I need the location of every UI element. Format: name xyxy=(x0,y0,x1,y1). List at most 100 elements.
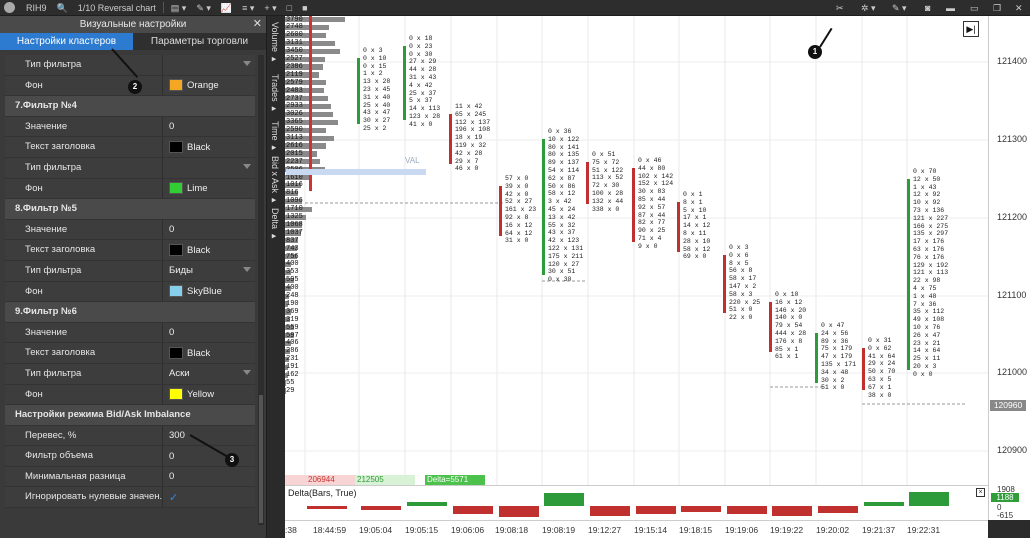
setting-value[interactable]: 0 xyxy=(169,327,174,338)
setting-value[interactable]: 300 xyxy=(169,430,185,441)
align-menu-button[interactable]: ≡ ▾ xyxy=(237,0,259,16)
settings-row[interactable]: Тип фильтра Аски xyxy=(5,363,255,385)
fill-button[interactable]: ■ xyxy=(297,0,312,16)
setting-value[interactable]: 0 xyxy=(169,224,174,235)
settings-row[interactable]: Значение 0 xyxy=(5,322,255,344)
setting-value[interactable]: Аски xyxy=(169,368,190,379)
maximize-icon[interactable]: ❐ xyxy=(993,0,1001,16)
add-button[interactable]: + ▾ xyxy=(259,0,281,16)
color-swatch[interactable] xyxy=(169,347,183,360)
crosshair-icon[interactable]: ✲ ▾ xyxy=(861,0,876,16)
setting-value-cell[interactable]: 0 xyxy=(163,323,255,343)
setting-value-cell[interactable]: ✓ xyxy=(163,487,255,507)
settings-row[interactable]: Тип фильтра xyxy=(5,157,255,179)
settings-row[interactable]: Значение 0 xyxy=(5,116,255,138)
setting-value[interactable]: Биды xyxy=(169,265,193,276)
window-button[interactable]: □ xyxy=(282,0,297,16)
setting-value-cell[interactable]: 0 xyxy=(163,446,255,466)
setting-value-cell[interactable]: 0 xyxy=(163,220,255,240)
color-swatch[interactable] xyxy=(169,244,183,257)
chevron-down-icon[interactable] xyxy=(243,163,251,169)
settings-row[interactable]: Тип фильтра xyxy=(5,55,255,76)
settings-row[interactable]: Перевес, % 300 xyxy=(5,425,255,447)
settings-section-header[interactable]: 8.Фильтр №5 xyxy=(5,199,255,220)
chevron-down-icon[interactable] xyxy=(243,61,251,66)
setting-value-cell[interactable]: Black xyxy=(163,137,255,157)
settings-section-header[interactable]: 7.Фильтр №4 xyxy=(5,96,255,117)
chart-type-selector[interactable]: 1/10 Reversal chart xyxy=(73,0,161,16)
color-swatch[interactable] xyxy=(169,182,183,195)
setting-value-cell[interactable]: Lime xyxy=(163,179,255,199)
cluster-chart[interactable]: 3790 2748 2600 3131 3450 2527 2386 2119 2579 2483… xyxy=(285,16,988,520)
setting-value-cell[interactable]: SkyBlue xyxy=(163,282,255,302)
setting-value-cell[interactable]: Аски xyxy=(163,364,255,384)
color-swatch[interactable] xyxy=(169,285,183,298)
settings-row[interactable]: Минимальная разница 0 xyxy=(5,466,255,488)
delta-close-icon[interactable]: × xyxy=(976,488,985,497)
vtab-volume[interactable]: Volume ▸ xyxy=(270,22,280,65)
settings-row[interactable]: Значение 0 xyxy=(5,219,255,241)
setting-value[interactable]: Black xyxy=(187,245,210,256)
setting-value[interactable]: 0 xyxy=(169,451,174,462)
setting-value-cell[interactable] xyxy=(163,55,255,75)
scrollbar-thumb[interactable] xyxy=(259,395,263,523)
settings-row[interactable]: Фон Lime xyxy=(5,178,255,200)
time-axis[interactable]: :38 18:44:59 19:05:04 19:05:15 19:06:06 19:08… xyxy=(285,520,988,538)
indicator-button[interactable]: 📈 xyxy=(216,0,237,16)
setting-value[interactable]: 0 xyxy=(169,121,174,132)
setting-value-cell[interactable]: Биды xyxy=(163,261,255,281)
setting-value-cell[interactable]: 300 xyxy=(163,426,255,446)
settings-row[interactable]: Текст заголовка Black xyxy=(5,343,255,364)
draw-tool-button[interactable]: ✎ ▾ xyxy=(191,0,216,16)
color-swatch[interactable] xyxy=(169,79,183,92)
setting-value-cell[interactable]: Black xyxy=(163,240,255,260)
setting-value-cell[interactable] xyxy=(163,158,255,178)
panel-close-icon[interactable]: ✕ xyxy=(253,16,262,33)
search-icon[interactable]: 🔍 xyxy=(52,0,73,16)
close-icon[interactable]: ✕ xyxy=(1015,0,1023,16)
tab-trade-parameters[interactable]: Параметры торговли xyxy=(133,33,266,50)
setting-value-cell[interactable]: Black xyxy=(163,343,255,363)
settings-section-header[interactable]: 9.Фильтр №6 xyxy=(5,302,255,323)
vtab-delta[interactable]: Delta ▸ xyxy=(270,208,280,242)
layout-menu-button[interactable]: ▤ ▾ xyxy=(166,0,192,16)
chevron-down-icon[interactable] xyxy=(243,369,251,375)
settings-row[interactable]: Текст заголовка Black xyxy=(5,240,255,261)
app-logo-icon[interactable] xyxy=(4,2,15,13)
setting-value-cell[interactable]: Yellow xyxy=(163,385,255,405)
minimize-icon[interactable]: ▬ xyxy=(946,0,955,16)
setting-value-cell[interactable]: Orange xyxy=(163,76,255,96)
setting-value[interactable]: Black xyxy=(187,348,210,359)
settings-row[interactable]: Фон Yellow xyxy=(5,384,255,406)
settings-row[interactable]: Игнорировать нулевые значен... ✓ xyxy=(5,487,255,509)
vtab-trades[interactable]: Trades ▸ xyxy=(270,74,280,114)
color-swatch[interactable] xyxy=(169,141,183,154)
chevron-down-icon[interactable] xyxy=(243,266,251,272)
pen-icon[interactable]: ✎ ▾ xyxy=(892,0,907,16)
settings-row[interactable]: Тип фильтра Биды xyxy=(5,260,255,282)
settings-row[interactable]: Фон SkyBlue xyxy=(5,281,255,303)
footprint-cell: 80 x 141 xyxy=(548,143,580,151)
setting-value[interactable]: Lime xyxy=(187,183,208,194)
setting-value-cell[interactable]: 0 xyxy=(163,117,255,137)
setting-value[interactable]: 0 xyxy=(169,471,174,482)
vtab-bid-ask[interactable]: Bid x Ask ▸ xyxy=(270,156,280,206)
price-axis[interactable]: 121400 121300 121200 121100 121000 12090… xyxy=(988,16,1030,520)
settings-section-header[interactable]: Настройки режима Bid/Ask Imbalance xyxy=(5,405,255,426)
setting-value[interactable]: Yellow xyxy=(187,389,214,400)
restore-icon[interactable]: ▭ xyxy=(970,0,979,16)
settings-row[interactable]: Текст заголовка Black xyxy=(5,137,255,158)
chart-nav-button[interactable]: ▶| xyxy=(963,21,979,37)
symbol-selector[interactable]: RIH9 xyxy=(21,0,52,16)
checkbox-checked[interactable]: ✓ xyxy=(169,491,178,504)
vtab-time[interactable]: Time ▸ xyxy=(270,121,280,153)
setting-value[interactable]: Orange xyxy=(187,80,219,91)
color-swatch[interactable] xyxy=(169,388,183,401)
tab-cluster-settings[interactable]: Настройки кластеров xyxy=(0,33,133,50)
setting-value[interactable]: SkyBlue xyxy=(187,286,222,297)
settings-tools-icon[interactable]: ✂ xyxy=(836,0,844,16)
panel-scrollbar[interactable] xyxy=(258,55,264,525)
setting-value-cell[interactable]: 0 xyxy=(163,467,255,487)
setting-value[interactable]: Black xyxy=(187,142,210,153)
camera-icon[interactable]: ◙ xyxy=(925,0,930,16)
